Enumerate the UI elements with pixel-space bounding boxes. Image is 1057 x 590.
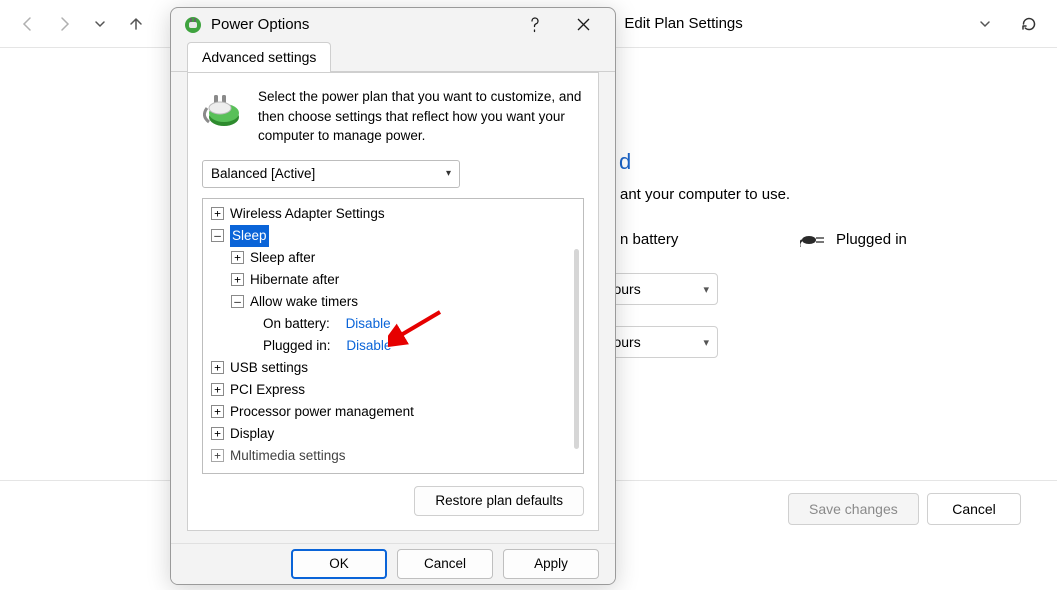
nav-recent-dropdown[interactable]	[86, 10, 114, 38]
expand-icon[interactable]: +	[211, 207, 224, 220]
dialog-cancel-button[interactable]: Cancel	[397, 549, 493, 579]
breadcrumb-last[interactable]: Edit Plan Settings	[624, 15, 742, 32]
dialog-tabstrip: Advanced settings	[171, 41, 615, 72]
expand-icon[interactable]: +	[231, 273, 244, 286]
column-plugged-in-label: Plugged in	[836, 231, 907, 248]
dialog-title: Power Options	[211, 16, 309, 33]
tree-node-processor[interactable]: + Processor power management	[203, 401, 583, 423]
help-button[interactable]	[515, 10, 555, 40]
power-plan-select-value: Balanced [Active]	[211, 166, 315, 181]
power-scheme-icon	[202, 87, 246, 131]
chevron-down-icon: ▾	[703, 336, 709, 349]
column-on-battery-fragment: n battery	[620, 231, 678, 248]
save-changes-button[interactable]: Save changes	[788, 493, 919, 525]
tree-node-sleep-after[interactable]: + Sleep after	[203, 247, 583, 269]
nav-forward-button[interactable]	[50, 10, 78, 38]
tree-leaf-plugged-in[interactable]: Plugged in: Disable	[203, 335, 583, 357]
dialog-titlebar: Power Options	[171, 8, 615, 41]
chevron-down-icon: ▾	[703, 283, 709, 296]
cancel-button[interactable]: Cancel	[927, 493, 1021, 525]
nav-back-button[interactable]	[14, 10, 42, 38]
expand-icon[interactable]: +	[211, 405, 224, 418]
expand-icon[interactable]: +	[211, 449, 224, 462]
restore-defaults-button[interactable]: Restore plan defaults	[414, 486, 584, 516]
tab-advanced-settings[interactable]: Advanced settings	[187, 42, 331, 72]
settings-tree[interactable]: + Wireless Adapter Settings – Sleep + Sl…	[202, 198, 584, 474]
chevron-down-icon: ▾	[446, 168, 451, 179]
power-options-dialog: Power Options Advanced settings Select t…	[170, 7, 616, 585]
power-plug-app-icon	[183, 15, 203, 35]
tree-node-display[interactable]: + Display	[203, 423, 583, 445]
dialog-body: Select the power plan that you want to c…	[187, 72, 599, 531]
ok-button[interactable]: OK	[291, 549, 387, 579]
nav-up-button[interactable]	[122, 10, 150, 38]
tree-node-wake-timers[interactable]: – Allow wake timers	[203, 291, 583, 313]
apply-button[interactable]: Apply	[503, 549, 599, 579]
expand-icon[interactable]: +	[211, 427, 224, 440]
plan-subtitle-fragment: ant your computer to use.	[620, 186, 790, 203]
on-battery-value[interactable]: Disable	[346, 313, 391, 335]
plan-heading-fragment: d	[619, 149, 631, 175]
collapse-icon[interactable]: –	[211, 229, 224, 242]
refresh-button[interactable]	[1015, 10, 1043, 38]
dialog-footer: OK Cancel Apply	[171, 543, 615, 584]
tree-leaf-on-battery[interactable]: On battery: Disable	[203, 313, 583, 335]
tree-node-sleep[interactable]: – Sleep	[203, 225, 583, 247]
breadcrumb-dropdown[interactable]	[971, 10, 999, 38]
scrollbar-thumb[interactable]	[574, 249, 579, 449]
plugged-in-value[interactable]: Disable	[346, 335, 391, 357]
power-plan-select[interactable]: Balanced [Active] ▾	[202, 160, 460, 188]
plug-icon	[800, 232, 828, 248]
close-button[interactable]	[563, 10, 603, 40]
tree-node-hibernate-after[interactable]: + Hibernate after	[203, 269, 583, 291]
tree-node-wireless[interactable]: + Wireless Adapter Settings	[203, 203, 583, 225]
collapse-icon[interactable]: –	[231, 295, 244, 308]
tree-node-usb[interactable]: + USB settings	[203, 357, 583, 379]
expand-icon[interactable]: +	[211, 383, 224, 396]
expand-icon[interactable]: +	[231, 251, 244, 264]
dialog-intro: Select the power plan that you want to c…	[202, 87, 584, 146]
expand-icon[interactable]: +	[211, 361, 224, 374]
tree-node-multimedia[interactable]: + Multimedia settings	[203, 445, 583, 467]
dialog-intro-text: Select the power plan that you want to c…	[258, 87, 584, 146]
column-plugged-in: Plugged in	[800, 231, 907, 248]
tree-node-pci[interactable]: + PCI Express	[203, 379, 583, 401]
